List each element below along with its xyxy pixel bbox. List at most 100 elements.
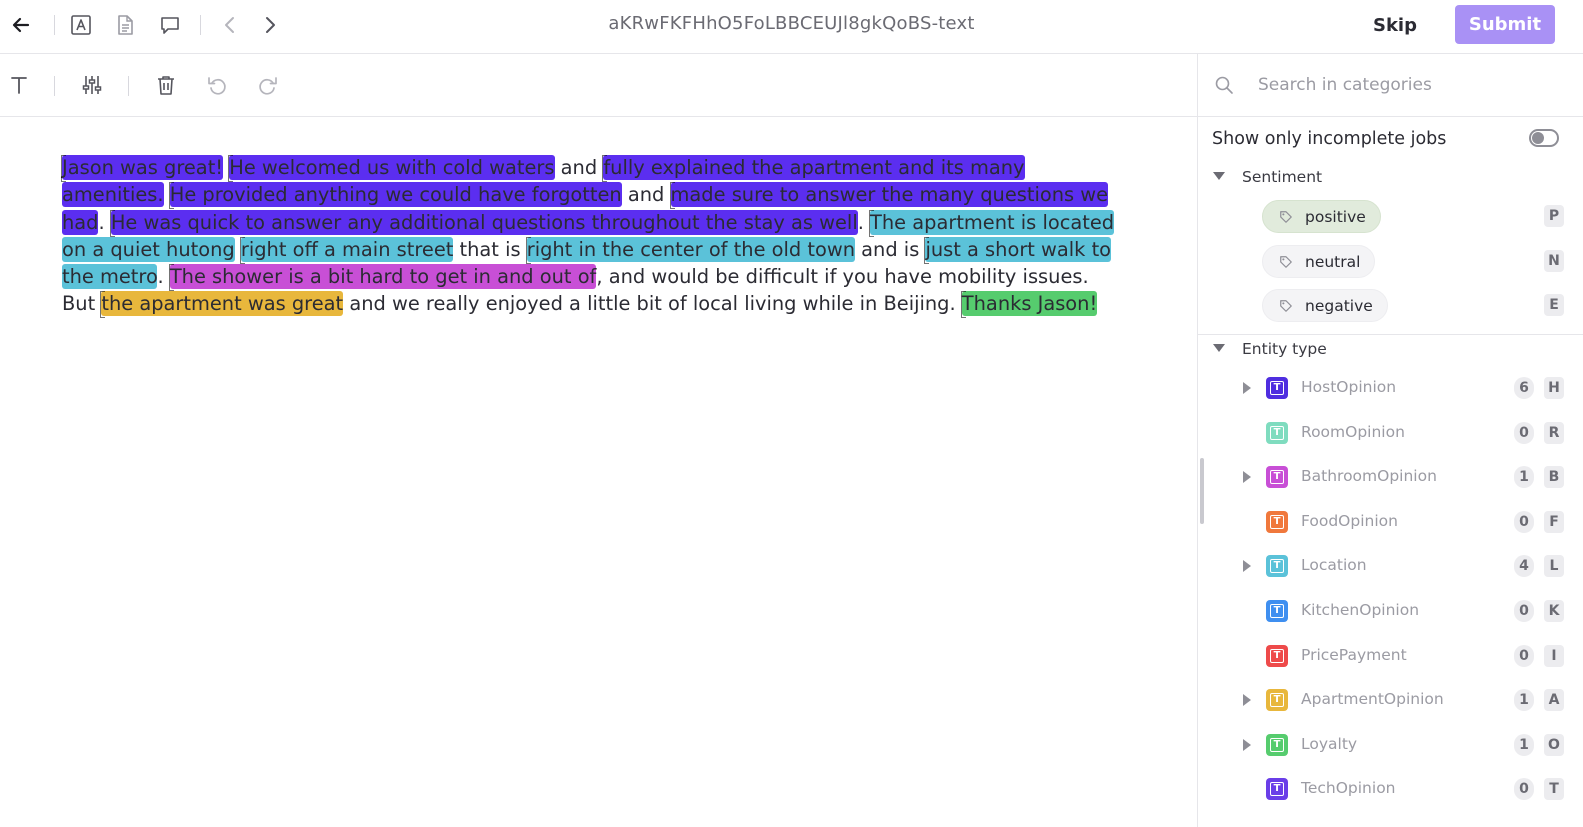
annotation-span[interactable]: He provided anything we could have forgo… (169, 182, 622, 208)
category-search (1198, 54, 1583, 117)
shortcut-key: O (1544, 733, 1564, 756)
text-entity-icon: T (1266, 689, 1288, 712)
caret-right-icon[interactable] (1243, 382, 1251, 394)
chevron-right-icon[interactable] (255, 10, 285, 40)
text-run: and we really enjoyed a little bit of lo… (343, 292, 962, 316)
entity-item-bathroomopinion[interactable]: T BathroomOpinion 1 B (1198, 460, 1583, 496)
entity-name: Location (1301, 556, 1367, 575)
entity-item-hostopinion[interactable]: T HostOpinion 6 H (1198, 371, 1583, 407)
annotation-span[interactable]: right in the center of the old town (526, 236, 855, 262)
text-entity-icon: T (1266, 510, 1288, 533)
scrollbar[interactable] (1200, 458, 1204, 524)
sentiment-option-negative[interactable]: negative (1262, 289, 1388, 322)
skip-button[interactable]: Skip (1362, 6, 1428, 44)
tag-icon (1280, 210, 1292, 223)
text-entity-icon: T (1266, 644, 1288, 667)
entity-count-badge: 1 (1514, 689, 1534, 712)
text-run: . (98, 210, 111, 234)
caret-right-icon[interactable] (1243, 738, 1251, 751)
annotation-span[interactable]: Jason was great! (62, 155, 224, 180)
entity-count-badge: 4 (1514, 555, 1534, 578)
shortcut-key: H (1544, 377, 1564, 399)
entity-count-badge: 0 (1514, 644, 1534, 667)
incomplete-jobs-toggle[interactable] (1529, 129, 1559, 147)
comment-icon[interactable] (155, 10, 185, 40)
document-icon[interactable] (110, 10, 140, 40)
sentiment-option-positive[interactable]: positive (1262, 200, 1381, 233)
entity-count-badge: 6 (1514, 377, 1534, 399)
caret-down-icon (1213, 172, 1225, 180)
entity-name: PricePayment (1301, 645, 1407, 664)
text-run: . (157, 265, 170, 289)
text-entity-icon: T (1266, 466, 1288, 489)
entity-count-badge: 0 (1514, 778, 1534, 801)
annotation-span[interactable]: The shower is a bit hard to get in and o… (169, 264, 597, 290)
annotation-span[interactable]: He welcomed us with cold waters (229, 155, 555, 180)
entity-name: FoodOpinion (1301, 511, 1398, 530)
entity-item-location[interactable]: T Location 4 L (1198, 549, 1583, 585)
annotation-span[interactable]: He was quick to answer any additional qu… (110, 209, 858, 235)
entity-name: Loyalty (1301, 734, 1358, 753)
entity-item-techopinion[interactable]: T TechOpinion 0 T (1198, 772, 1583, 808)
search-input[interactable] (1258, 70, 1558, 100)
document-text[interactable]: Jason was great! He welcomed us with col… (62, 154, 1122, 318)
annotation-span[interactable]: Thanks Jason! (961, 291, 1098, 317)
sentiment-section-header[interactable]: Sentiment (1198, 163, 1583, 193)
caret-right-icon[interactable] (1243, 471, 1251, 484)
caret-right-icon[interactable] (1243, 560, 1251, 573)
sentiment-label: negative (1305, 296, 1373, 315)
submit-button[interactable]: Submit (1455, 5, 1555, 44)
shortcut-key: L (1544, 555, 1564, 578)
tag-icon (1280, 255, 1292, 268)
entity-item-loyalty[interactable]: T Loyalty 1 O (1198, 728, 1583, 764)
shortcut-key: E (1544, 294, 1564, 316)
sentiment-option-neutral[interactable]: neutral (1262, 245, 1376, 278)
text-run: . (857, 210, 871, 234)
shortcut-key: B (1544, 466, 1564, 489)
entity-item-roomopinion[interactable]: T RoomOpinion 0 R (1198, 416, 1583, 452)
text-box-icon[interactable] (66, 10, 96, 40)
annotation-span[interactable]: the apartment was great (101, 291, 344, 317)
text-run: and (621, 183, 671, 207)
sliders-icon[interactable] (77, 70, 107, 100)
annotation-span[interactable]: right off a main street (240, 236, 454, 262)
editor-toolbar (0, 54, 1197, 117)
entity-type-section-header[interactable]: Entity type (1198, 335, 1583, 365)
shortcut-key: K (1544, 600, 1564, 622)
shortcut-key: A (1544, 689, 1564, 712)
text-tool-icon[interactable] (4, 70, 34, 100)
caret-right-icon[interactable] (1243, 694, 1251, 707)
entity-name: TechOpinion (1301, 779, 1396, 798)
shortcut-key: F (1544, 510, 1564, 533)
search-icon (1214, 75, 1234, 99)
shortcut-key: N (1544, 250, 1564, 272)
entity-item-pricepayment[interactable]: T PricePayment 0 I (1198, 639, 1583, 675)
text-run: and is (855, 237, 926, 261)
undo-icon[interactable] (202, 70, 232, 100)
redo-icon[interactable] (253, 70, 283, 100)
entity-name: RoomOpinion (1301, 422, 1405, 441)
toggle-label: Show only incomplete jobs (1212, 129, 1447, 149)
entity-item-apartmentopinion[interactable]: T ApartmentOpinion 1 A (1198, 683, 1583, 719)
separator (54, 76, 55, 96)
text-entity-icon: T (1266, 555, 1288, 578)
section-title: Entity type (1242, 340, 1327, 358)
tag-icon (1280, 299, 1292, 312)
entity-item-foodopinion[interactable]: T FoodOpinion 0 F (1198, 505, 1583, 541)
text-entity-icon: T (1266, 421, 1288, 444)
trash-icon[interactable] (151, 70, 181, 100)
text-entity-icon: T (1266, 600, 1288, 622)
shortcut-key: I (1544, 644, 1564, 667)
sentiment-label: positive (1305, 207, 1366, 226)
entity-name: ApartmentOpinion (1301, 690, 1444, 709)
entity-count-badge: 0 (1514, 600, 1534, 622)
text-run (235, 238, 241, 261)
separator (128, 76, 129, 96)
back-arrow-icon[interactable] (6, 10, 36, 40)
entity-name: KitchenOpinion (1301, 601, 1420, 619)
chevron-left-icon[interactable] (215, 10, 245, 40)
incomplete-jobs-row: Show only incomplete jobs (1198, 117, 1583, 165)
text-entity-icon: T (1266, 733, 1288, 756)
entity-item-kitchenopinion[interactable]: T KitchenOpinion 0 K (1198, 594, 1583, 630)
shortcut-key: T (1544, 778, 1564, 801)
